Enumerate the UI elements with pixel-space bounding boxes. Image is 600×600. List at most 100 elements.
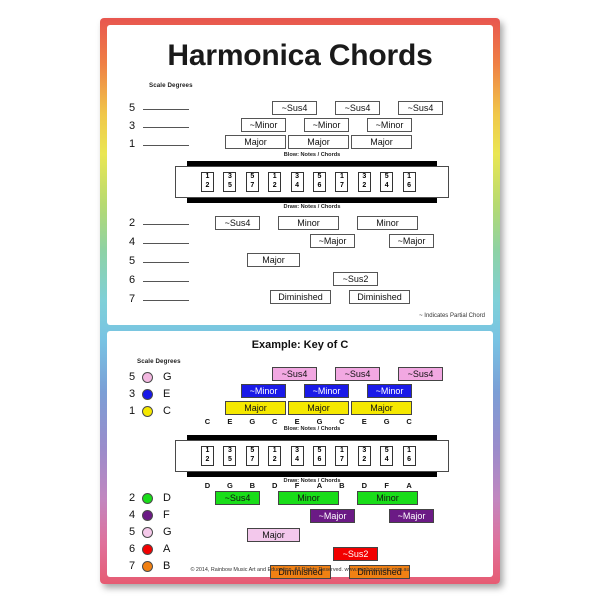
note-letter: D — [361, 481, 367, 490]
ex-blow-chord-minor-3: ~Minor — [367, 384, 412, 398]
hole-blow-degree: 1 — [339, 447, 344, 455]
example-title: Example: Key of C — [251, 339, 349, 351]
top-panel: Harmonica Chords Scale Degrees 5 3 1 ~Su… — [107, 25, 493, 325]
harmonica-diagram-top: Blow: Notes / Chords Draw: Notes / Chord… — [175, 152, 449, 212]
hole-blow-degree: 5 — [384, 173, 389, 181]
note-letter: F — [384, 481, 389, 490]
hole-draw-degree: 6 — [317, 182, 322, 189]
note-letter: D — [204, 481, 211, 490]
harmonica-hole-10: 16 — [402, 446, 416, 466]
draw-chord-sus2: ~Sus2 — [333, 272, 378, 286]
degree-number: 3 — [129, 120, 136, 132]
degree-number: 5 — [129, 102, 136, 114]
hole-draw-degree: 4 — [295, 182, 300, 189]
legend-degree: 6 — [129, 543, 136, 555]
draw-degree-row-5: 5 — [129, 255, 189, 267]
hole-blow-degree: 1 — [407, 447, 412, 455]
draw-legend-row-4: 4 F — [129, 509, 177, 521]
harmonica-hole-5: 34 — [290, 172, 304, 192]
harmonica-diagram-bottom: Blow: Notes / Chords Draw: Notes / Chord… — [175, 426, 449, 486]
hole-draw-degree: 5 — [227, 182, 232, 189]
harmonica-hole-2: 35 — [223, 172, 237, 192]
legend-color-dot — [142, 492, 153, 504]
legend-note: G — [163, 371, 172, 383]
draw-degree-row-2: 2 — [129, 217, 189, 229]
hole-draw-degree: 2 — [362, 456, 367, 463]
note-letter: G — [226, 481, 233, 490]
hole-draw-degree: 4 — [384, 456, 389, 463]
note-letter: A — [316, 481, 323, 490]
partial-chord-note: ~ Indicates Partial Chord — [419, 313, 485, 319]
blow-chord-minor-2: ~Minor — [304, 118, 349, 132]
hole-blow-degree: 1 — [339, 173, 344, 181]
harmonica-hole-8: 32 — [357, 172, 371, 192]
degree-number: 5 — [129, 255, 136, 267]
hole-draw-degree: 7 — [339, 182, 344, 189]
hole-blow-degree: 1 — [272, 447, 277, 455]
ex-draw-chord-minor-1: Minor — [278, 491, 339, 505]
harmonica-hole-2: 35 — [223, 446, 237, 466]
note-letter: G — [383, 417, 390, 426]
hole-draw-degree: 2 — [272, 456, 277, 463]
hole-draw-degree: 4 — [295, 456, 300, 463]
legend-note: F — [163, 509, 170, 521]
legend-note: G — [163, 526, 172, 538]
legend-color-dot — [142, 405, 153, 417]
blow-chord-sus4-2: ~Sus4 — [335, 101, 380, 115]
page-title: Harmonica Chords — [167, 39, 433, 72]
draw-legend-row-5: 5 G — [129, 526, 177, 538]
harmonica-hole-1: 12 — [201, 446, 214, 466]
note-letter: E — [294, 417, 300, 426]
hole-blow-degree: 1 — [407, 173, 412, 181]
legend-degree: 3 — [129, 388, 136, 400]
hole-draw-degree: 6 — [317, 456, 322, 463]
hole-blow-degree: 5 — [250, 173, 255, 181]
blank-line — [143, 243, 189, 244]
draw-chord-major-partial-2: ~Major — [389, 234, 434, 248]
harmonica-hole-1: 12 — [201, 172, 214, 192]
note-letter: F — [294, 481, 300, 490]
legend-degree: 5 — [129, 371, 136, 383]
ex-blow-chord-minor-2: ~Minor — [304, 384, 349, 398]
legend-degree: 2 — [129, 492, 136, 504]
ex-blow-chord-sus4-2: ~Sus4 — [335, 367, 380, 381]
harmonica-hole-9: 54 — [380, 172, 394, 192]
draw-chord-sus4: ~Sus4 — [215, 216, 260, 230]
blow-chord-major-2: Major — [288, 135, 349, 149]
blow-degree-row-1: 1 — [129, 138, 189, 150]
blank-line — [143, 224, 189, 225]
draw-chord-major-partial-1: ~Major — [310, 234, 355, 248]
hole-blow-degree: 3 — [227, 173, 232, 181]
draw-degree-row-6: 6 — [129, 274, 189, 286]
scale-degrees-label-top: Scale Degrees — [149, 82, 193, 89]
hole-blow-degree: 1 — [205, 173, 210, 181]
hole-blow-degree: 5 — [250, 447, 255, 455]
harmonica-hole-6: 56 — [313, 172, 326, 192]
ex-draw-chord-major-partial-1: ~Major — [310, 509, 355, 523]
hole-blow-degree: 5 — [384, 447, 389, 455]
hole-blow-degree: 3 — [362, 173, 367, 181]
harmonica-hole-7: 17 — [335, 172, 349, 192]
blow-label-top: Blow: Notes / Chords — [283, 152, 341, 158]
ex-blow-chord-major-2: Major — [288, 401, 349, 415]
blow-legend-row-3: 3 E — [129, 388, 177, 400]
note-letter: C — [204, 417, 211, 426]
blank-line — [143, 262, 189, 263]
poster-root: Harmonica Chords Scale Degrees 5 3 1 ~Su… — [0, 0, 600, 600]
ex-blow-chord-major-1: Major — [225, 401, 286, 415]
note-letter: C — [339, 417, 345, 426]
legend-degree: 1 — [129, 405, 136, 417]
draw-degree-row-4: 4 — [129, 236, 189, 248]
note-letter: C — [271, 417, 278, 426]
note-letter: E — [361, 417, 367, 426]
blow-label-bottom: Blow: Notes / Chords — [283, 426, 341, 432]
ex-blow-chord-minor-1: ~Minor — [241, 384, 286, 398]
ex-draw-chord-sus4: ~Sus4 — [215, 491, 260, 505]
blow-chord-major-3: Major — [351, 135, 412, 149]
draw-label-top: Draw: Notes / Chords — [283, 204, 341, 210]
harmonica-hole-6: 56 — [313, 446, 326, 466]
legend-note: E — [163, 388, 171, 400]
hole-draw-degree: 6 — [407, 456, 412, 463]
hole-draw-degree: 2 — [205, 182, 210, 189]
hole-draw-degree: 4 — [384, 182, 389, 189]
